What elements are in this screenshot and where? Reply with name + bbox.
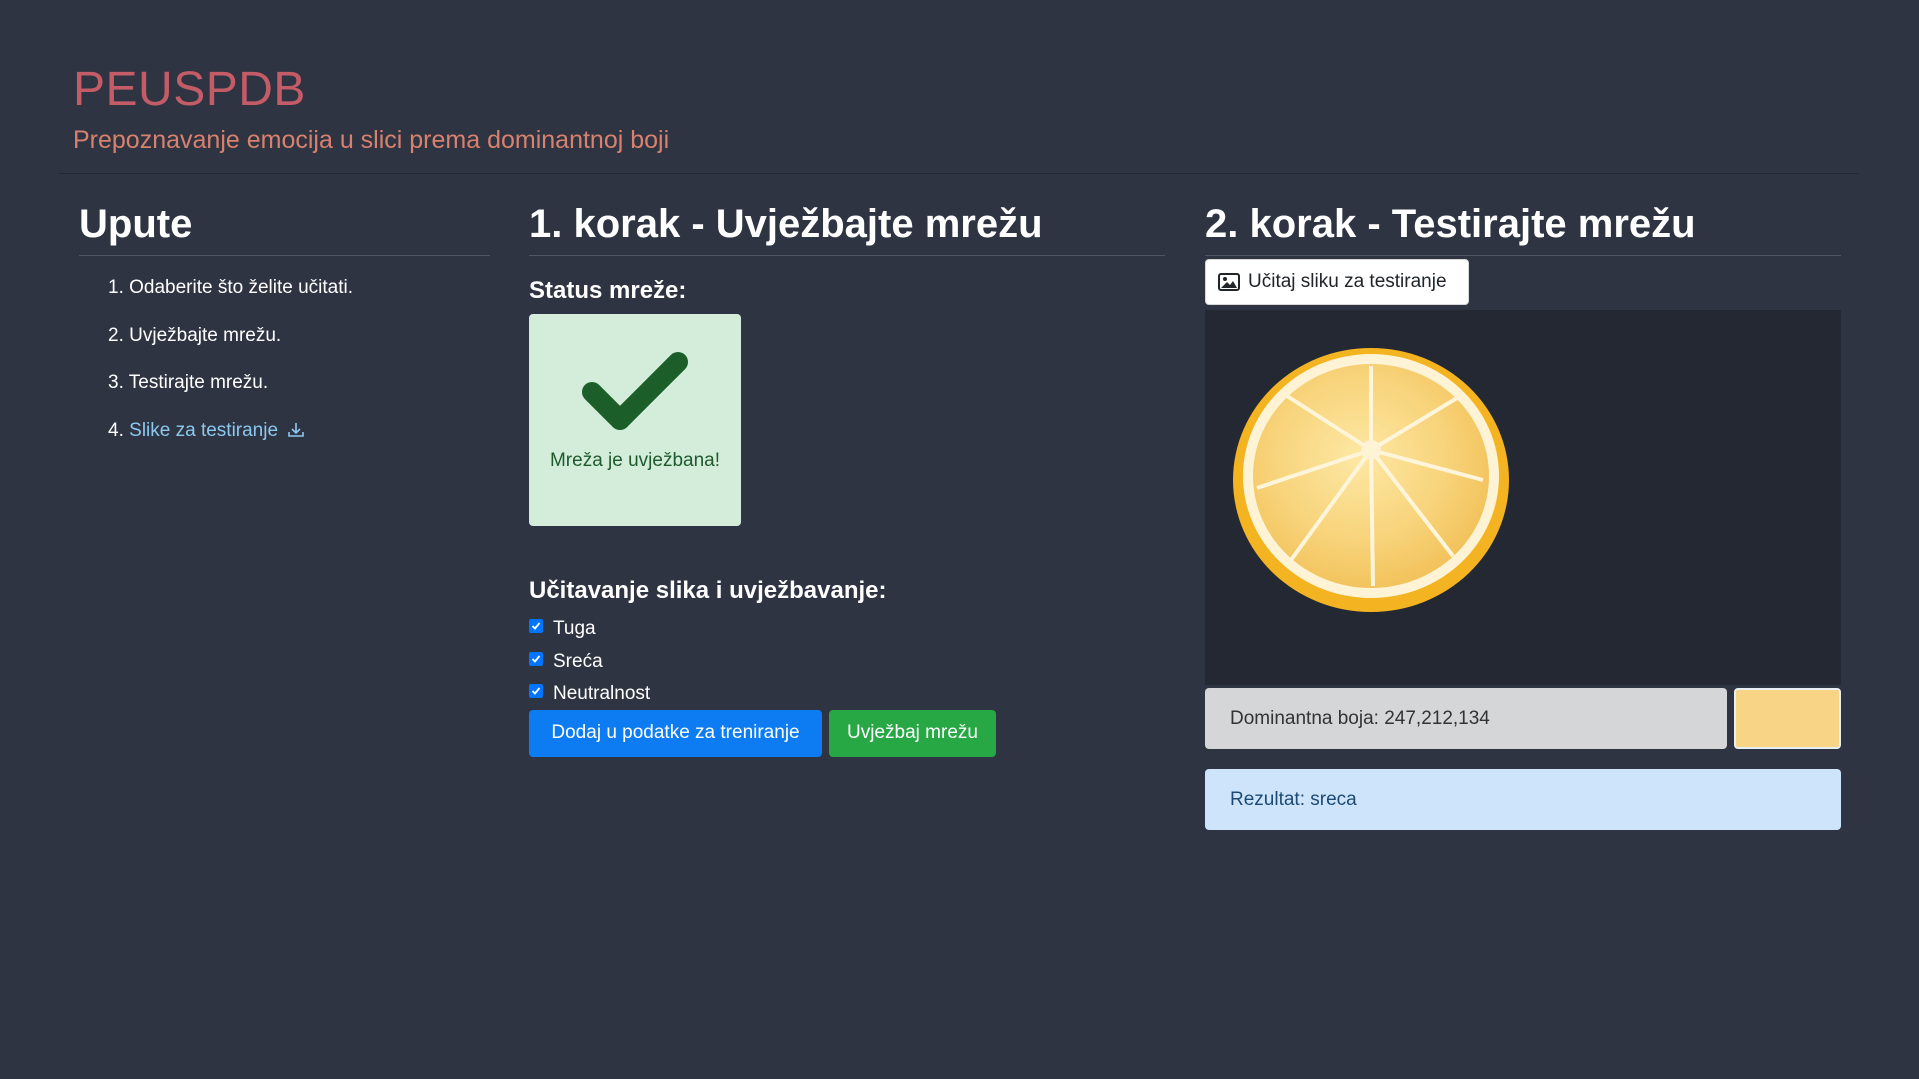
lemon-image: [1233, 348, 1509, 612]
test-title: 2. korak - Testirajte mrežu: [1205, 202, 1696, 246]
test-panel: 2. korak - Testirajte mrežu Učitaj sliku…: [1205, 195, 1841, 830]
checkmark-icon: [582, 352, 688, 430]
instruction-step-3: 3. Testirajte mrežu.: [108, 372, 269, 393]
train-divider: [529, 255, 1165, 256]
instruction-step-2: 2. Uvježbajte mrežu.: [108, 324, 282, 346]
network-status-card: Mreža je uvježbana!: [529, 314, 741, 526]
test-divider: [1205, 255, 1841, 256]
check-mark-icon: [531, 622, 541, 630]
emotion-options: Tuga Sreća Neutralnost: [529, 616, 1165, 714]
upload-test-image-label: Učitaj sliku za testiranje: [1248, 271, 1447, 292]
option-tuga[interactable]: Tuga: [529, 616, 1165, 649]
dominant-color-swatch: [1734, 688, 1841, 749]
upload-test-image-button[interactable]: Učitaj sliku za testiranje: [1205, 259, 1469, 305]
train-actions: Dodaj u podatke za treniranje Uvježbaj m…: [529, 709, 1165, 757]
test-images-link-label: Slike za testiranje: [129, 419, 279, 441]
sreca-label: Sreća: [553, 650, 603, 672]
train-panel: 1. korak - Uvježbajte mrežu Status mreže…: [529, 195, 1165, 757]
image-icon: [1218, 273, 1240, 291]
instructions-list: 1. Odaberite što želite učitati. 2. Uvje…: [79, 276, 490, 443]
brand-subtitle: Prepoznavanje emocija u slici prema domi…: [73, 126, 670, 154]
train-title: 1. korak - Uvježbajte mrežu: [529, 202, 1043, 246]
tuga-label: Tuga: [553, 618, 596, 639]
network-status-text: Mreža je uvježbana!: [549, 450, 721, 471]
brand-title: PEUSPDB: [73, 63, 306, 116]
neutralnost-label: Neutralnost: [553, 683, 651, 704]
instruction-step-1: 1. Odaberite što želite učitati.: [108, 277, 354, 298]
network-status-label: Status mreže:: [529, 277, 687, 304]
neutralnost-checkbox[interactable]: [529, 684, 543, 698]
train-network-button[interactable]: Uvježbaj mrežu: [829, 709, 996, 757]
add-training-data-button[interactable]: Dodaj u podatke za treniranje: [529, 709, 822, 757]
dominant-color-field: Dominantna boja: 247,212,134: [1205, 688, 1727, 749]
instructions-divider: [79, 255, 490, 256]
instructions-title: Upute: [79, 202, 193, 246]
option-sreca[interactable]: Sreća: [529, 649, 1165, 682]
instruction-step-4-number: 4.: [108, 419, 124, 441]
test-images-link[interactable]: Slike za testiranje: [129, 420, 305, 441]
check-mark-icon: [531, 687, 541, 695]
test-image-preview: [1205, 310, 1841, 685]
result-alert: Rezultat: sreca: [1205, 769, 1841, 830]
download-icon: [288, 422, 305, 437]
page-header: PEUSPDB Prepoznavanje emocija u slici pr…: [73, 60, 669, 156]
instructions-panel: Upute 1. Odaberite što želite učitati. 2…: [79, 195, 490, 466]
dominant-color-row: Dominantna boja: 247,212,134: [1205, 688, 1841, 749]
training-section-label: Učitavanje slika i uvježbavanje:: [529, 577, 887, 604]
check-mark-icon: [531, 654, 541, 663]
header-divider: [59, 173, 1859, 174]
sreca-checkbox[interactable]: [529, 651, 543, 666]
instruction-step-4: 4. Slike za testiranje: [108, 419, 490, 443]
tuga-checkbox[interactable]: [529, 619, 543, 633]
